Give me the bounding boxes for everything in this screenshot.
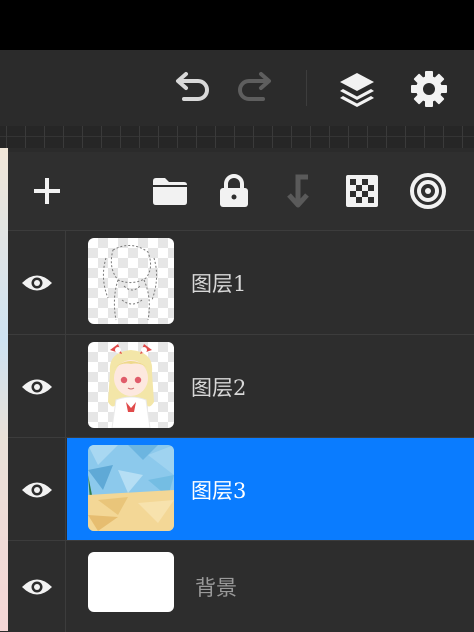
layer-thumbnail [88,552,174,612]
ruler-tick [291,126,292,148]
lock-icon [220,174,248,207]
eye-icon [21,482,52,497]
layer-content[interactable]: 图层2 [67,335,474,438]
add-layer-button[interactable] [24,168,70,214]
layer-row[interactable]: 图层2 [8,334,474,438]
redo-icon [238,72,271,101]
visibility-toggle[interactable] [8,231,66,334]
layer-content[interactable]: 图层3 [67,438,474,541]
ruler-tick [139,126,140,148]
ruler-tick [158,126,159,148]
new-folder-button[interactable] [147,168,193,214]
ruler-tick [215,126,216,148]
layer-thumbnail [88,238,174,324]
ruler-tick [443,126,444,148]
redo-button[interactable] [233,68,277,108]
ruler-tick [367,126,368,148]
ruler-tick [25,126,26,148]
layer-thumbnail [88,445,174,531]
settings-button[interactable] [406,66,452,112]
ruler-tick [386,126,387,148]
toolbar-divider [306,70,307,106]
character-art [108,344,154,428]
ruler-line [0,136,474,137]
ruler-tick [310,126,311,148]
ruler [0,126,474,148]
sketch-lines [102,245,158,321]
ruler-tick [234,126,235,148]
status-bar [0,0,474,50]
ruler-tick [177,126,178,148]
layers-panel-toolbar [8,152,474,230]
layer-row[interactable]: 背景 [8,540,474,632]
visibility-toggle[interactable] [8,541,66,632]
layer-name: 图层3 [191,478,247,503]
ruler-tick [329,126,330,148]
visibility-toggle[interactable] [8,335,66,438]
lock-layer-button[interactable] [211,168,257,214]
layer-row-selected[interactable]: 图层3 [8,437,474,541]
visibility-toggle[interactable] [8,438,66,541]
plus-icon [34,178,60,204]
ruler-tick [462,126,463,148]
ruler-tick [272,126,273,148]
ruler-tick [82,126,83,148]
ruler-tick [63,126,64,148]
layers-button[interactable] [334,66,380,112]
beach-art [88,445,174,531]
layer-row[interactable]: 图层1 [8,230,474,334]
ruler-tick [196,126,197,148]
checker-icon [346,175,378,207]
ruler-tick [101,126,102,148]
clipping-button[interactable] [405,168,451,214]
layer-name: 背景 [195,575,237,600]
ruler-tick [424,126,425,148]
layer-content[interactable]: 背景 [67,541,474,632]
ruler-tick [6,126,7,148]
canvas-edge [0,148,8,631]
merge-down-icon [287,174,309,208]
ruler-tick [44,126,45,148]
ruler-tick [348,126,349,148]
target-icon [410,173,446,209]
undo-icon [176,72,209,101]
layer-name: 图层2 [191,375,247,400]
eye-icon [21,579,52,594]
ruler-tick [120,126,121,148]
layer-name: 图层1 [191,271,247,296]
gear-icon [411,71,447,107]
undo-button[interactable] [170,68,214,108]
eye-icon [21,379,52,394]
alpha-lock-button[interactable] [339,168,385,214]
ruler-tick [405,126,406,148]
layers-panel: 图层1 图层2 图层3 背景 [8,152,474,632]
layers-icon [340,73,374,107]
folder-icon [153,178,187,205]
merge-down-button[interactable] [276,168,322,214]
eye-icon [21,275,52,290]
layer-thumbnail [88,342,174,428]
layer-content[interactable]: 图层1 [67,231,474,334]
ruler-tick [253,126,254,148]
